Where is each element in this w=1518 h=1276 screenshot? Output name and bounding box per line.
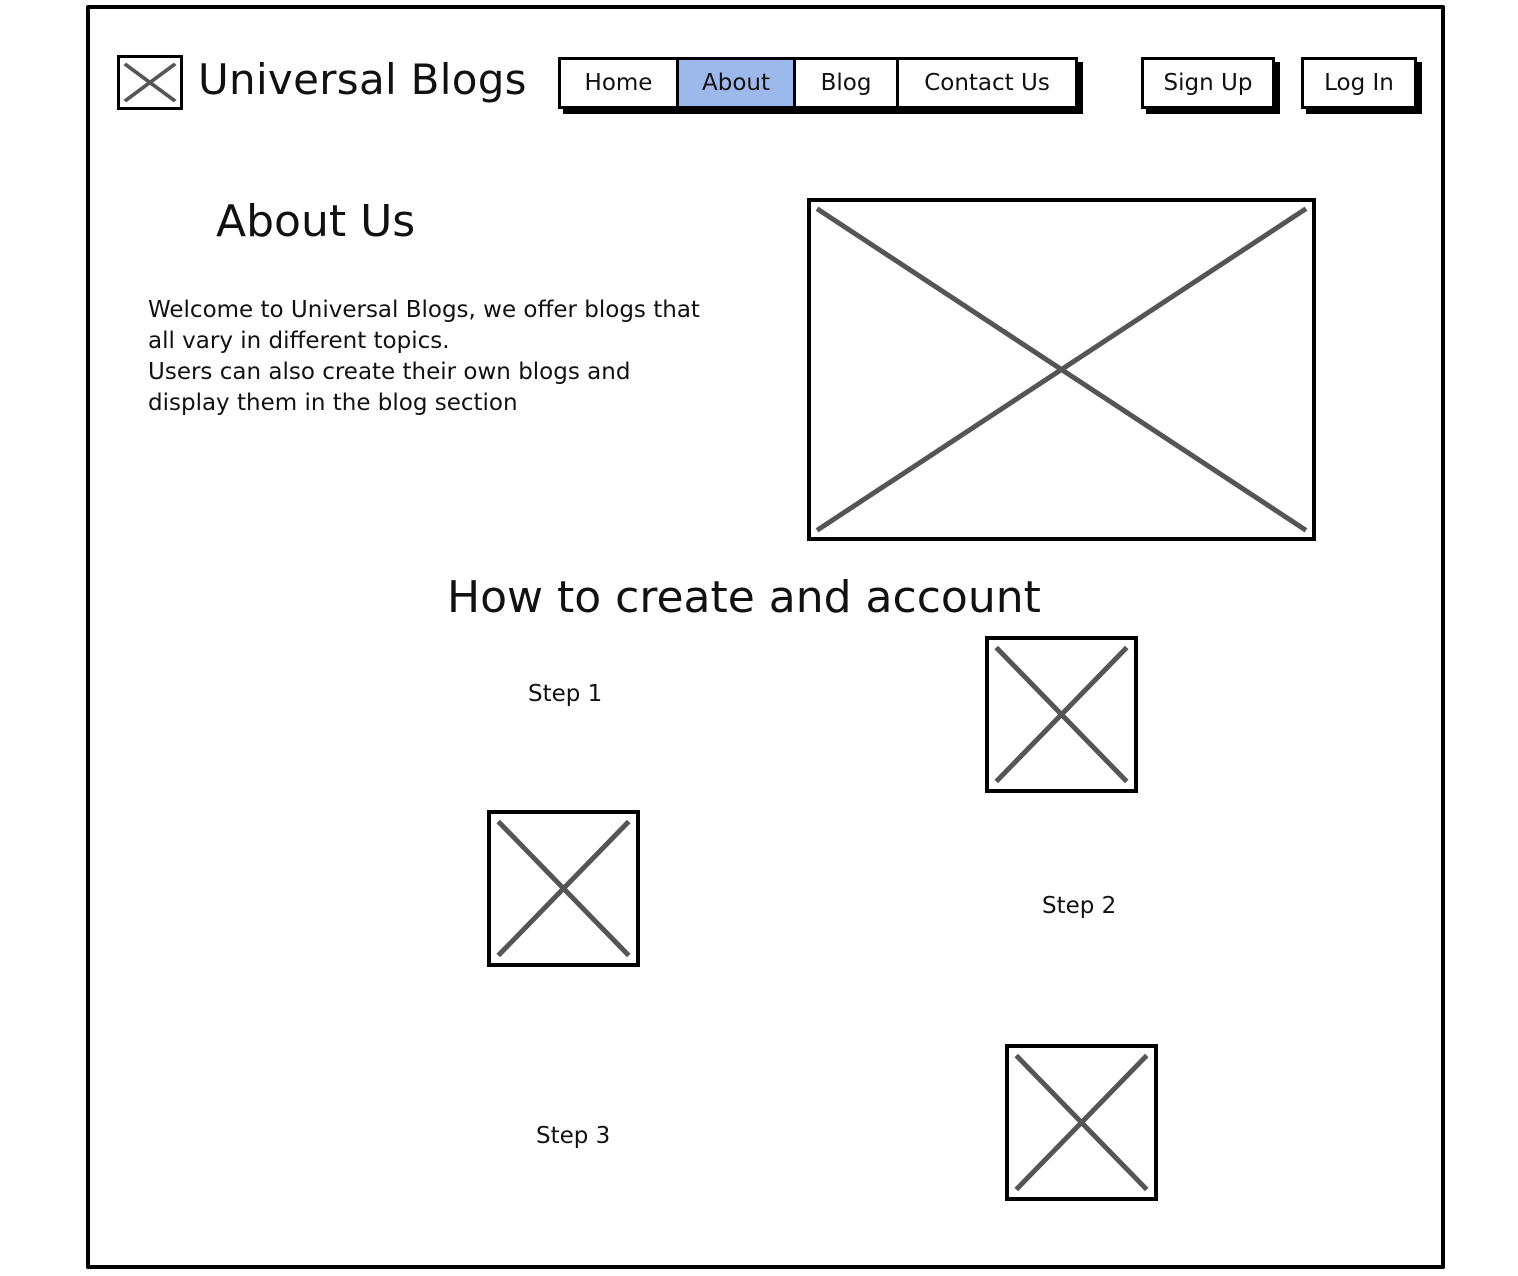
about-description: Welcome to Universal Blogs, we offer blo… [148,295,708,419]
log-in-button[interactable]: Log In [1301,57,1417,109]
main-nav: Home About Blog Contact Us [558,57,1078,109]
about-paragraph: Welcome to Universal Blogs, we offer blo… [148,297,700,354]
nav-item-contact-us[interactable]: Contact Us [899,60,1075,106]
nav-item-home[interactable]: Home [561,60,679,106]
sign-up-button[interactable]: Sign Up [1141,57,1275,109]
step-1-label: Step 1 [528,681,603,707]
logo-image-placeholder-icon[interactable] [117,55,183,110]
step-3-label: Step 3 [536,1123,611,1149]
step-2-image-placeholder-icon [487,810,640,967]
step-1-image-placeholder-icon [985,636,1138,793]
nav-item-blog[interactable]: Blog [796,60,899,106]
about-heading: About Us [216,196,416,247]
nav-item-about[interactable]: About [679,60,796,106]
about-paragraph: Users can also create their own blogs an… [148,359,631,416]
howto-heading: How to create and account [447,572,1041,623]
site-title[interactable]: Universal Blogs [198,50,527,110]
step-3-image-placeholder-icon [1005,1044,1158,1201]
step-2-label: Step 2 [1042,893,1117,919]
about-image-placeholder-icon [807,198,1316,541]
